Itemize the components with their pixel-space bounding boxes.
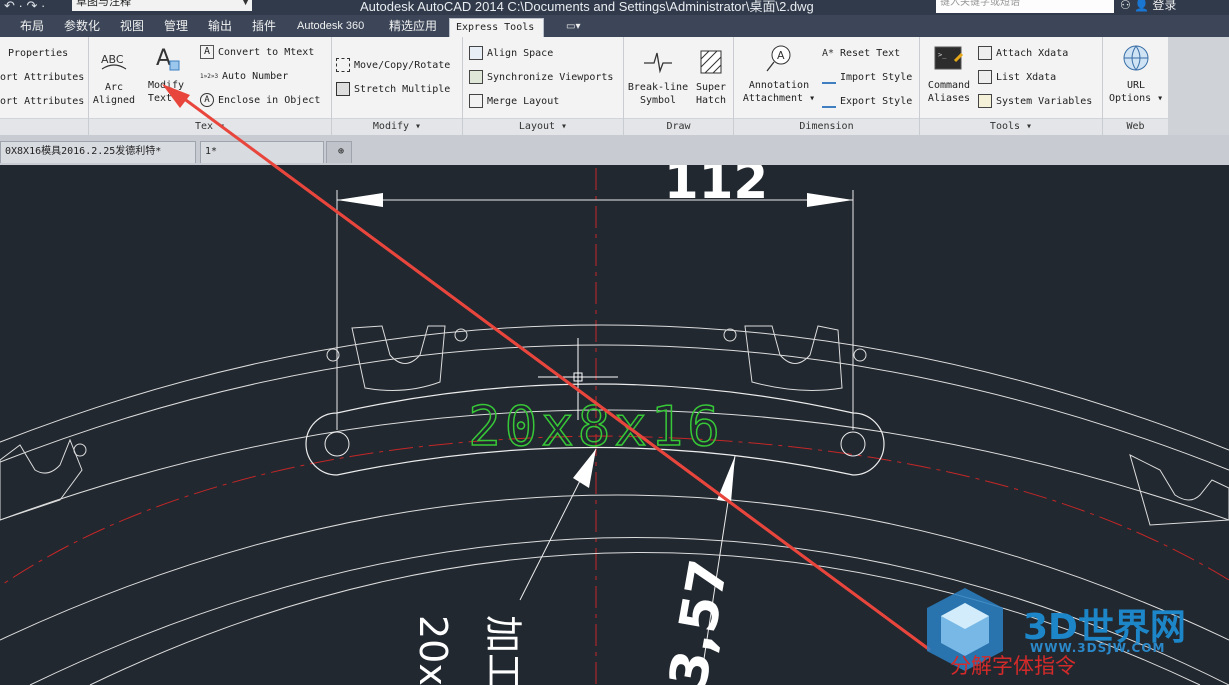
autocad-window: { "titlebar": { "quick_access": "↶ · ↷ ·… [0, 0, 1229, 685]
annotation-arrow-head [162, 84, 190, 108]
tutorial-caption: 分解字体指令 [950, 654, 1076, 678]
annotation-arrow-ribbon-segment [174, 90, 931, 652]
